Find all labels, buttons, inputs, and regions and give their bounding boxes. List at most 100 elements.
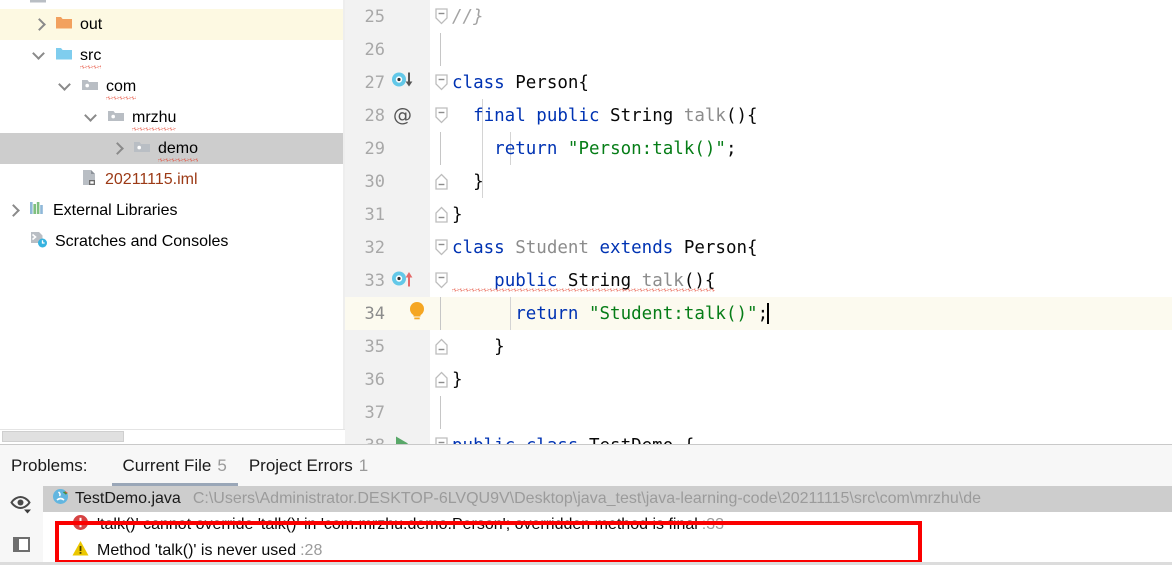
line-number: 36: [364, 369, 385, 390]
code-token: return: [494, 138, 568, 159]
code-fold-marker[interactable]: [430, 231, 452, 264]
text-caret: [767, 303, 770, 324]
tab-current-file[interactable]: Current File 5: [111, 445, 239, 486]
tab-count: 1: [358, 455, 369, 475]
code-text: return "Person:talk()";: [452, 132, 737, 165]
code-token: (){: [725, 105, 758, 126]
problems-tab-bar: Problems: Current File 5 Project Errors 1: [0, 445, 1172, 486]
annotation-icon[interactable]: @: [393, 105, 412, 126]
code-token: public class: [452, 436, 589, 445]
code-line[interactable]: 38 public class TestDemo {: [345, 429, 1172, 444]
tab-project-errors[interactable]: Project Errors 1: [238, 445, 379, 486]
code-token: "Person:talk()": [567, 138, 726, 159]
tree-node-mrzhu[interactable]: mrzhu: [0, 102, 345, 133]
chevron-right-icon[interactable]: [7, 204, 20, 217]
problem-message: 'talk()' cannot override 'talk()' in 'co…: [97, 516, 698, 533]
code-line[interactable]: 36}: [345, 363, 1172, 396]
code-fold-marker[interactable]: [430, 264, 452, 297]
folder-gray-icon: [29, 0, 47, 9]
chevron-down-icon[interactable]: [85, 111, 98, 124]
tree-node-demo[interactable]: demo: [0, 133, 345, 164]
tree-node-external-libraries[interactable]: External Libraries: [0, 195, 345, 226]
tree-node-out[interactable]: out: [0, 9, 345, 40]
scrollbar-thumb[interactable]: [2, 431, 124, 442]
code-token: Person{: [515, 72, 589, 93]
line-number: 25: [364, 6, 385, 27]
code-token: //}: [452, 6, 484, 27]
code-fold-marker[interactable]: [430, 0, 452, 33]
project-tool-window[interactable]: out src com mrzhu demo 20211115.iml External L…: [0, 0, 345, 437]
chevron-none: [7, 235, 20, 248]
code-fold-marker[interactable]: [430, 165, 452, 198]
problems-content: TestDemo.java C:\Users\Administrator.DESK…: [0, 486, 1172, 565]
tree-node-20211115-iml[interactable]: 20211115.iml: [0, 164, 345, 195]
code-line[interactable]: 26: [345, 33, 1172, 66]
tree-node-clipped[interactable]: [0, 0, 345, 9]
problems-list[interactable]: TestDemo.java C:\Users\Administrator.DESK…: [43, 486, 1172, 565]
problem-location: :28: [300, 542, 323, 559]
code-editor[interactable]: 25 //} 26 27 class Person{28 @ final public S…: [345, 0, 1172, 444]
error-icon: [72, 514, 89, 536]
line-number: 30: [364, 171, 385, 192]
project-tree-horizontal-scrollbar[interactable]: [0, 429, 345, 443]
chevron-right-icon[interactable]: [111, 142, 124, 155]
code-line[interactable]: 29 return "Person:talk()";: [345, 132, 1172, 165]
tree-node-src[interactable]: src: [0, 40, 345, 71]
code-text: class Student extends Person{: [452, 231, 758, 264]
overridden-method-icon[interactable]: [391, 71, 415, 94]
code-line[interactable]: 32 class Student extends Person{: [345, 231, 1172, 264]
code-line[interactable]: 34 return "Student:talk()";: [345, 297, 1172, 330]
code-token: return: [515, 303, 589, 324]
line-number: 33: [364, 270, 385, 291]
problems-file-name: TestDemo.java: [75, 490, 181, 507]
code-fold-marker[interactable]: [430, 198, 452, 231]
code-token: talk: [641, 270, 684, 291]
run-icon[interactable]: [393, 434, 411, 444]
tree-node-label: com: [106, 77, 137, 100]
code-token: "Student:talk()": [588, 303, 758, 324]
code-text: final public String talk(){: [452, 99, 758, 132]
problem-message: Method 'talk()' is never used: [97, 542, 297, 559]
code-token: public: [494, 270, 568, 291]
code-token: }: [452, 369, 463, 390]
line-number: 27: [364, 72, 385, 93]
code-fold-marker[interactable]: [430, 66, 452, 99]
code-line[interactable]: 28 @ final public String talk(){: [345, 99, 1172, 132]
code-line[interactable]: 31}: [345, 198, 1172, 231]
problem-item[interactable]: Method 'talk()' is never used:28: [43, 538, 1172, 564]
chevron-right-icon[interactable]: [33, 18, 46, 31]
tree-node-label: 20211115.iml: [105, 170, 198, 188]
code-line[interactable]: 37: [345, 396, 1172, 429]
code-line[interactable]: 33 public String talk(){: [345, 264, 1172, 297]
code-text: return "Student:talk()";: [452, 297, 770, 330]
code-text: //}: [452, 0, 484, 33]
problem-item[interactable]: 'talk()' cannot override 'talk()' in 'co…: [43, 512, 1172, 538]
eye-dropdown-icon[interactable]: [10, 495, 33, 519]
code-token: extends: [599, 237, 684, 258]
tree-node-scratches-and-consoles[interactable]: Scratches and Consoles: [0, 226, 345, 257]
problems-file-row[interactable]: TestDemo.java C:\Users\Administrator.DESK…: [43, 486, 1172, 512]
code-fold-marker[interactable]: [430, 99, 452, 132]
panel-layout-icon[interactable]: [12, 535, 31, 559]
code-fold-marker[interactable]: [430, 429, 452, 444]
chevron-down-icon[interactable]: [33, 49, 46, 62]
line-number: 34: [364, 303, 385, 324]
folder-orange-icon: [55, 15, 73, 35]
code-fold-marker[interactable]: [430, 363, 452, 396]
fold-guide-line: [440, 396, 441, 429]
code-line[interactable]: 35 }: [345, 330, 1172, 363]
overriding-method-icon[interactable]: [391, 269, 415, 292]
code-line[interactable]: 30 }: [345, 165, 1172, 198]
code-fold-marker[interactable]: [430, 330, 452, 363]
tree-node-com[interactable]: com: [0, 71, 345, 102]
code-line[interactable]: 27 class Person{: [345, 66, 1172, 99]
intention-bulb-icon[interactable]: [407, 300, 427, 327]
code-token: ;: [725, 138, 737, 159]
tree-node-label: out: [80, 15, 103, 33]
code-line[interactable]: 25 //}: [345, 0, 1172, 33]
problem-location: :33: [701, 516, 725, 533]
chevron-down-icon[interactable]: [59, 80, 72, 93]
